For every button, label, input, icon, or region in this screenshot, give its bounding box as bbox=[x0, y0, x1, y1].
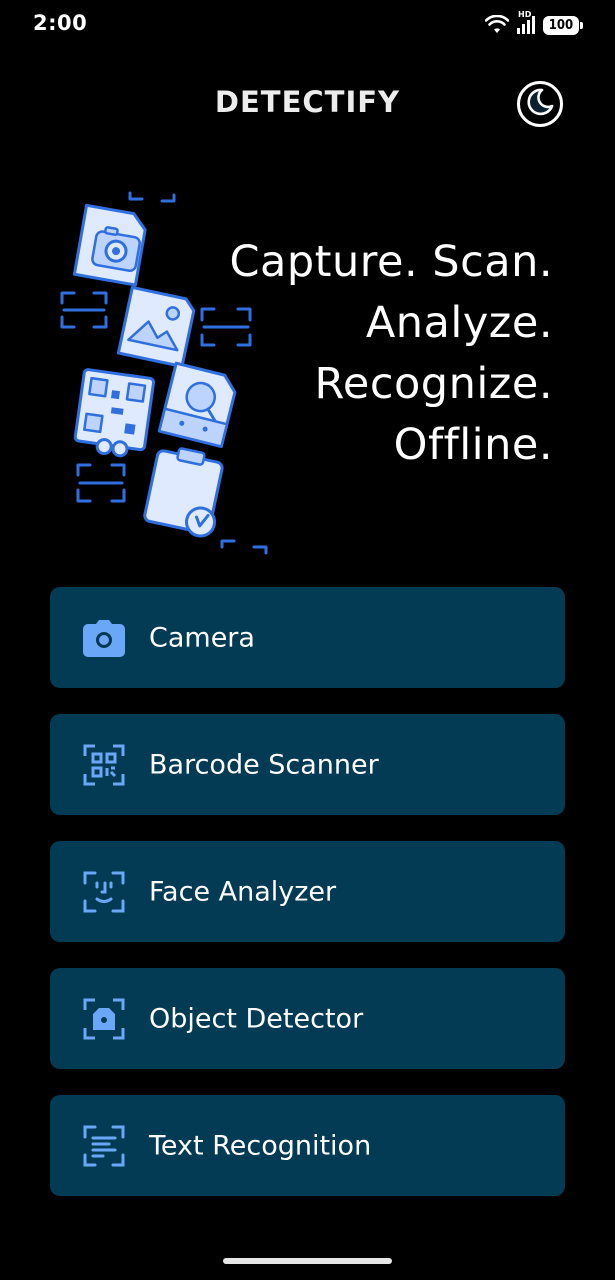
clipboard-document-icon bbox=[143, 447, 224, 538]
text-recognition-button[interactable]: Text Recognition bbox=[50, 1095, 565, 1196]
status-icons: HD 100 bbox=[485, 10, 583, 38]
status-time: 2:00 bbox=[33, 11, 88, 35]
theme-toggle-button[interactable] bbox=[517, 81, 563, 127]
home-indicator[interactable] bbox=[223, 1258, 392, 1264]
battery-indicator: 100 bbox=[543, 15, 583, 35]
signal-icon: HD bbox=[515, 10, 537, 36]
hero-line: Recognize. bbox=[314, 359, 553, 409]
feature-menu: Camera Barcode Scanner Face Analyzer Obj… bbox=[50, 587, 565, 1222]
object-detector-button[interactable]: Object Detector bbox=[50, 968, 565, 1069]
face-analyzer-button[interactable]: Face Analyzer bbox=[50, 841, 565, 942]
object-scan-icon bbox=[82, 997, 126, 1041]
status-bar: 2:00 HD 100 bbox=[0, 0, 615, 50]
object-detector-label: Object Detector bbox=[149, 1003, 364, 1034]
camera-button[interactable]: Camera bbox=[50, 587, 565, 688]
barcode-scanner-button[interactable]: Barcode Scanner bbox=[50, 714, 565, 815]
face-analyzer-label: Face Analyzer bbox=[149, 876, 337, 907]
barcode-scanner-label: Barcode Scanner bbox=[149, 749, 379, 780]
qr-scan-icon bbox=[82, 743, 126, 787]
camera-label: Camera bbox=[149, 622, 255, 653]
wifi-icon bbox=[485, 15, 509, 35]
image-document-icon bbox=[116, 285, 196, 369]
text-recognition-label: Text Recognition bbox=[149, 1130, 372, 1161]
scan-frame-icon bbox=[220, 539, 268, 555]
hero-line: Capture. Scan. bbox=[229, 237, 553, 287]
scan-frame-icon bbox=[60, 291, 108, 329]
face-scan-icon bbox=[82, 870, 126, 914]
scan-frame-icon bbox=[76, 463, 126, 503]
text-scan-icon bbox=[82, 1124, 126, 1168]
camera-icon bbox=[82, 616, 126, 660]
search-document-icon bbox=[157, 361, 237, 449]
hero-line: Analyze. bbox=[365, 298, 553, 348]
hero-line: Offline. bbox=[393, 420, 553, 470]
photo-document-icon bbox=[72, 203, 147, 287]
scan-frame-icon bbox=[128, 191, 176, 203]
hero-tagline: Capture. Scan. Analyze. Recognize. Offli… bbox=[229, 232, 553, 476]
moon-icon bbox=[525, 87, 555, 121]
qr-code-document-icon bbox=[73, 368, 156, 458]
